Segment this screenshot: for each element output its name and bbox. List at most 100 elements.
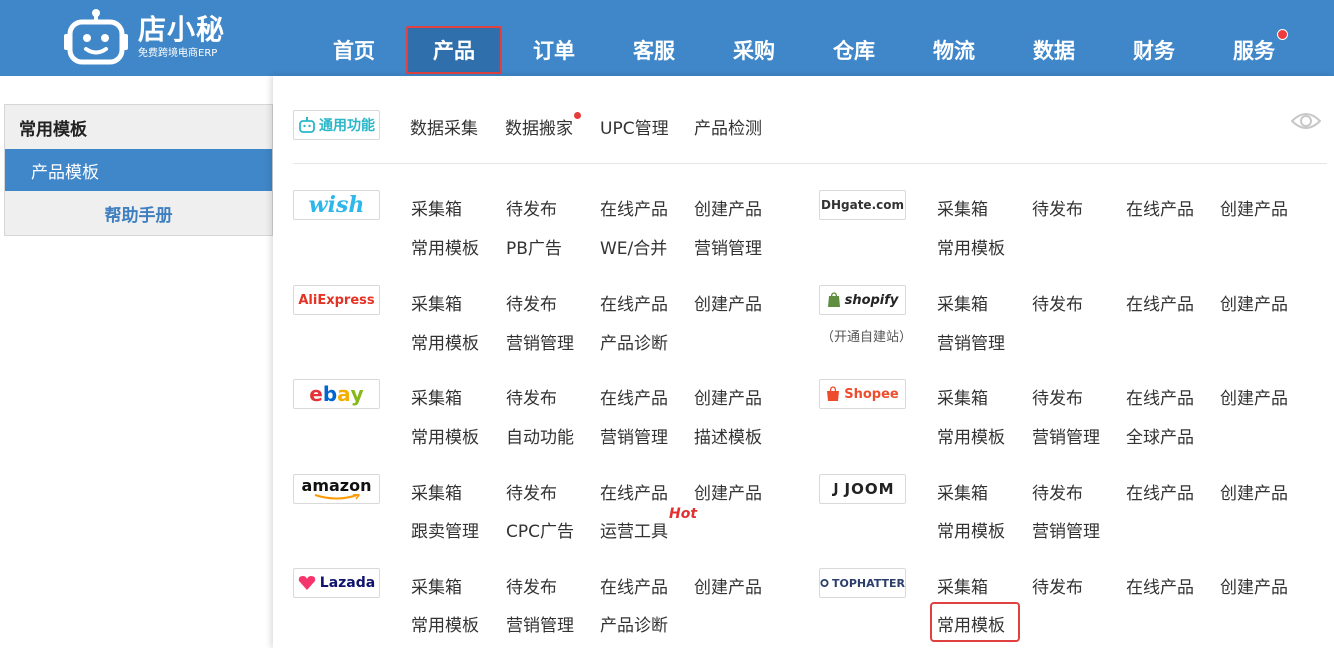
tophatter-logo: TOPHATTER: [819, 568, 906, 598]
tophatter-create-product[interactable]: 创建产品: [1220, 573, 1288, 598]
lazada-collection-box[interactable]: 采集箱: [411, 573, 462, 598]
wish-marketing[interactable]: 营销管理: [694, 234, 762, 259]
amazon-online-products[interactable]: 在线产品: [600, 479, 668, 504]
shopee-bag-icon: [827, 386, 840, 401]
nav-label: 采购: [733, 39, 775, 63]
nav-label: 数据: [1033, 39, 1075, 63]
nav-label: 客服: [633, 39, 675, 63]
wish-we-merge[interactable]: WE/合并: [600, 234, 667, 259]
ebay-online-products[interactable]: 在线产品: [600, 384, 668, 409]
ebay-create-product[interactable]: 创建产品: [694, 384, 762, 409]
tophatter-name: TOPHATTER: [831, 576, 905, 590]
link-data-migration[interactable]: 数据搬家: [505, 112, 581, 139]
joom-marketing[interactable]: 营销管理: [1032, 517, 1100, 542]
shopee-common-template[interactable]: 常用模板: [937, 423, 1005, 448]
nav-purchase[interactable]: 采购: [704, 26, 804, 74]
nav-products[interactable]: 产品: [406, 26, 502, 74]
nav-finance[interactable]: 财务: [1104, 26, 1204, 74]
ebay-description-template[interactable]: 描述模板: [694, 423, 762, 448]
wish-pending[interactable]: 待发布: [506, 195, 557, 220]
wish-pb-ads[interactable]: PB广告: [506, 234, 562, 259]
aliexpress-online-products[interactable]: 在线产品: [600, 290, 668, 315]
joom-online-products[interactable]: 在线产品: [1126, 479, 1194, 504]
aliexpress-marketing[interactable]: 营销管理: [506, 329, 574, 354]
ebay-common-template[interactable]: 常用模板: [411, 423, 479, 448]
ebay-marketing[interactable]: 营销管理: [600, 423, 668, 448]
lazada-diagnosis[interactable]: 产品诊断: [600, 611, 668, 636]
joom-create-product[interactable]: 创建产品: [1220, 479, 1288, 504]
shopee-online-products[interactable]: 在线产品: [1126, 384, 1194, 409]
dhgate-common-template[interactable]: 常用模板: [937, 234, 1005, 259]
dhgate-pending[interactable]: 待发布: [1032, 195, 1083, 220]
ebay-auto-functions[interactable]: 自动功能: [506, 423, 574, 448]
shopify-create-product[interactable]: 创建产品: [1220, 290, 1288, 315]
nav-data[interactable]: 数据: [1004, 26, 1104, 74]
link-upc-management[interactable]: UPC管理: [600, 114, 669, 139]
lazada-marketing[interactable]: 营销管理: [506, 611, 574, 636]
aliexpress-pending[interactable]: 待发布: [506, 290, 557, 315]
amazon-collection-box[interactable]: 采集箱: [411, 479, 462, 504]
wish-collection-box[interactable]: 采集箱: [411, 195, 462, 220]
nav-customer-service[interactable]: 客服: [604, 26, 704, 74]
joom-collection-box[interactable]: 采集箱: [937, 479, 988, 504]
ebay-collection-box[interactable]: 采集箱: [411, 384, 462, 409]
logo-subtitle: 免费跨境电商ERP: [138, 48, 218, 59]
ebay-pending[interactable]: 待发布: [506, 384, 557, 409]
lazada-heart-icon: [298, 576, 315, 590]
hot-badge: Hot: [669, 506, 698, 522]
shopee-collection-box[interactable]: 采集箱: [937, 384, 988, 409]
link-product-check[interactable]: 产品检测: [694, 114, 762, 139]
shopify-pending[interactable]: 待发布: [1032, 290, 1083, 315]
nav-label: 财务: [1133, 39, 1175, 63]
amazon-follow-sell[interactable]: 跟卖管理: [411, 517, 479, 542]
amazon-create-product[interactable]: 创建产品: [694, 479, 762, 504]
dhgate-create-product[interactable]: 创建产品: [1220, 195, 1288, 220]
aliexpress-create-product[interactable]: 创建产品: [694, 290, 762, 315]
wish-logo: wish: [293, 190, 380, 220]
wish-online-products[interactable]: 在线产品: [600, 195, 668, 220]
nav-label: 订单: [533, 39, 575, 63]
lazada-common-template[interactable]: 常用模板: [411, 611, 479, 636]
lazada-online-products[interactable]: 在线产品: [600, 573, 668, 598]
nav-warehouse[interactable]: 仓库: [804, 26, 904, 74]
nav-orders[interactable]: 订单: [504, 26, 604, 74]
ebay-logo: ebay ebay: [293, 379, 380, 409]
shopee-pending[interactable]: 待发布: [1032, 384, 1083, 409]
nav-home[interactable]: 首页: [304, 26, 404, 74]
amazon-operation-tools[interactable]: 运营工具: [600, 517, 668, 542]
amazon-cpc-ads[interactable]: CPC广告: [506, 517, 574, 542]
tophatter-online-products[interactable]: 在线产品: [1126, 573, 1194, 598]
link-data-collection[interactable]: 数据采集: [410, 114, 478, 139]
shopify-logo: shopify: [819, 285, 906, 315]
dhgate-collection-box[interactable]: 采集箱: [937, 195, 988, 220]
wish-common-template[interactable]: 常用模板: [411, 234, 479, 259]
shopify-note: （开通自建站）: [821, 330, 913, 345]
amazon-pending[interactable]: 待发布: [506, 479, 557, 504]
joom-common-template[interactable]: 常用模板: [937, 517, 1005, 542]
nav-services[interactable]: 服务: [1204, 26, 1304, 74]
joom-pending[interactable]: 待发布: [1032, 479, 1083, 504]
wish-create-product[interactable]: 创建产品: [694, 195, 762, 220]
dhgate-online-products[interactable]: 在线产品: [1126, 195, 1194, 220]
lazada-create-product[interactable]: 创建产品: [694, 573, 762, 598]
shopee-marketing[interactable]: 营销管理: [1032, 423, 1100, 448]
tophatter-collection-box[interactable]: 采集箱: [937, 573, 988, 598]
aliexpress-collection-box[interactable]: 采集箱: [411, 290, 462, 315]
logo[interactable]: 店小秘 免费跨境电商ERP: [64, 8, 225, 68]
shopee-global-products[interactable]: 全球产品: [1126, 423, 1194, 448]
amazon-smile-icon: [314, 494, 360, 500]
nav-logistics[interactable]: 物流: [904, 26, 1004, 74]
shopee-create-product[interactable]: 创建产品: [1220, 384, 1288, 409]
help-manual-link[interactable]: 帮助手册: [5, 191, 272, 235]
lazada-pending[interactable]: 待发布: [506, 573, 557, 598]
main-nav: 首页 产品 订单 客服 采购 仓库 物流 数据 财务 服务: [304, 26, 1304, 74]
shopify-collection-box[interactable]: 采集箱: [937, 290, 988, 315]
shopify-marketing[interactable]: 营销管理: [937, 329, 1005, 354]
aliexpress-diagnosis[interactable]: 产品诊断: [600, 329, 668, 354]
shopify-online-products[interactable]: 在线产品: [1126, 290, 1194, 315]
eye-icon[interactable]: [1291, 110, 1321, 132]
tophatter-pending[interactable]: 待发布: [1032, 573, 1083, 598]
aliexpress-common-template[interactable]: 常用模板: [411, 329, 479, 354]
new-dot: [574, 112, 581, 119]
sidebar-item-product-template[interactable]: 产品模板: [5, 149, 272, 191]
